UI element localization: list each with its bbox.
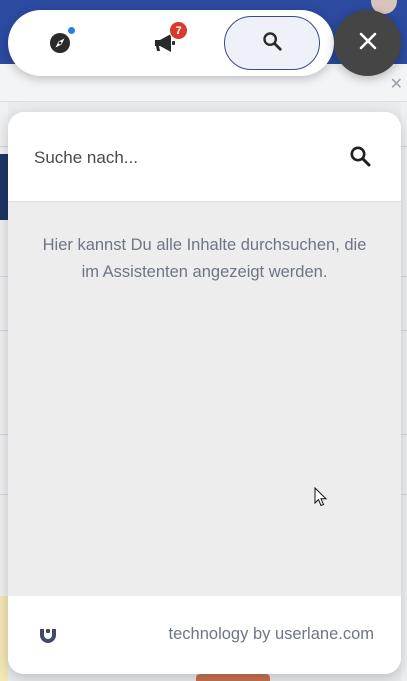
search-bar	[8, 112, 401, 202]
panel-footer: technology by userlane.com	[8, 596, 401, 674]
search-icon	[348, 144, 372, 173]
userlane-logo-icon[interactable]	[36, 624, 60, 648]
background-bottom-item	[196, 674, 270, 681]
background-left-edge	[0, 102, 8, 681]
search-icon	[261, 30, 283, 57]
background-close-icon[interactable]: ✕	[390, 74, 403, 94]
search-tab-button[interactable]	[224, 16, 320, 70]
assistant-launcher-bar: 7	[8, 10, 334, 76]
announcements-button[interactable]: 7	[138, 10, 194, 76]
close-icon	[358, 31, 378, 56]
search-info-text: Hier kannst Du alle Inhalte durchsuchen,…	[42, 236, 367, 281]
close-assistant-button[interactable]	[334, 10, 401, 76]
search-panel: Hier kannst Du alle Inhalte durchsuchen,…	[8, 112, 401, 674]
search-submit-button[interactable]	[344, 142, 376, 174]
compass-icon	[47, 25, 77, 56]
search-input[interactable]	[34, 142, 324, 174]
announcements-count-badge: 7	[169, 21, 188, 40]
background-right-edge	[401, 102, 407, 681]
userlane-link[interactable]: technology by userlane.com	[169, 625, 374, 644]
mouse-cursor-icon	[314, 487, 328, 507]
megaphone-icon: 7	[153, 21, 188, 56]
explore-notification-dot	[66, 25, 77, 36]
explore-button[interactable]	[32, 10, 88, 76]
